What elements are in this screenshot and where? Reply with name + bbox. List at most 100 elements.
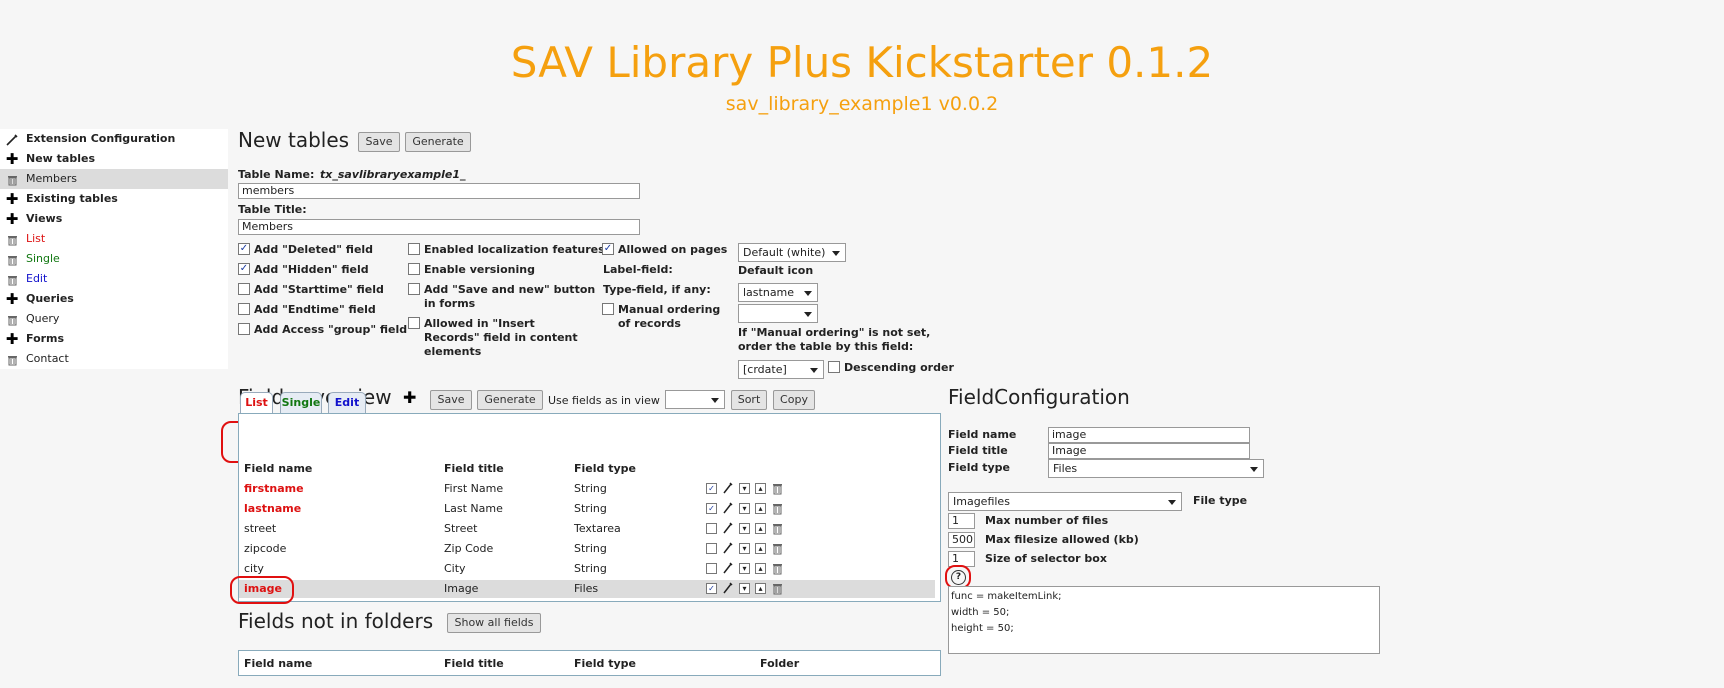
pen-icon[interactable] xyxy=(722,561,734,581)
sidebar-item-label: Single xyxy=(26,252,60,265)
pen-icon[interactable] xyxy=(722,581,734,601)
max-files-input[interactable]: 1 xyxy=(948,513,975,529)
plus-icon[interactable]: ✚ xyxy=(403,390,416,406)
row-checkbox[interactable] xyxy=(706,523,717,534)
move-up-icon[interactable]: ▴ xyxy=(755,543,766,554)
use-fields-select[interactable] xyxy=(665,390,725,409)
tab-edit[interactable]: Edit xyxy=(328,392,366,414)
table-name-input[interactable]: members xyxy=(238,183,640,199)
sidebar-item-new-tables[interactable]: ✚ New tables xyxy=(0,149,228,169)
trash-icon[interactable] xyxy=(771,582,784,601)
sidebar-item-single[interactable]: Single xyxy=(0,249,228,269)
table-row[interactable]: lastname Last Name String ✓ ▾ ▴ xyxy=(239,500,935,518)
table-row[interactable]: firstname First Name String ✓ ▾ ▴ xyxy=(239,480,935,498)
sidebar-item-members[interactable]: Members xyxy=(0,169,228,189)
row-field-title: First Name xyxy=(444,482,504,495)
copy-button[interactable]: Copy xyxy=(773,390,815,410)
default-icon-select[interactable]: Default (white) xyxy=(738,243,846,262)
configuration-textarea[interactable]: func = makeItemLink; width = 50; height … xyxy=(948,586,1380,654)
ordering-select[interactable]: [crdate] xyxy=(738,360,824,379)
sidebar-item-extension-configuration[interactable]: Extension Configuration xyxy=(0,129,228,149)
row-checkbox[interactable]: ✓ xyxy=(706,583,717,594)
field-name-input[interactable]: image xyxy=(1048,427,1250,443)
sidebar-item-edit[interactable]: Edit xyxy=(0,269,228,289)
allowed-on-pages-checkbox[interactable]: ✓ xyxy=(602,243,614,255)
table-row[interactable]: street Street Textarea ▾ ▴ xyxy=(239,520,935,538)
manual-ordering-checkbox[interactable] xyxy=(602,303,614,315)
move-up-icon[interactable]: ▴ xyxy=(755,563,766,574)
field-title-input[interactable]: Image xyxy=(1048,443,1250,459)
sidebar-item-forms[interactable]: ✚ Forms xyxy=(0,329,228,349)
add-starttime-checkbox[interactable] xyxy=(238,283,250,295)
plus-icon: ✚ xyxy=(5,330,19,348)
row-field-name[interactable]: lastname xyxy=(244,500,301,518)
pen-icon[interactable] xyxy=(722,541,734,561)
row-checkbox[interactable] xyxy=(706,543,717,554)
move-up-icon[interactable]: ▴ xyxy=(755,523,766,534)
add-starttime-label: Add "Starttime" field xyxy=(254,283,384,296)
label-field-select[interactable]: lastname xyxy=(738,283,818,302)
save-and-new-checkbox[interactable] xyxy=(408,283,420,295)
sidebar-item-queries[interactable]: ✚ Queries xyxy=(0,289,228,309)
pen-icon[interactable] xyxy=(722,481,734,501)
versioning-checkbox[interactable] xyxy=(408,263,420,275)
table-row[interactable]: zipcode Zip Code String ▾ ▴ xyxy=(239,540,935,558)
plus-icon: ✚ xyxy=(5,290,19,308)
descending-checkbox[interactable] xyxy=(828,361,840,373)
row-field-type: String xyxy=(574,502,607,515)
tab-single[interactable]: Single xyxy=(280,392,322,414)
row-field-name[interactable]: zipcode xyxy=(244,540,286,558)
add-deleted-checkbox[interactable]: ✓ xyxy=(238,243,250,255)
col-folder: Folder xyxy=(760,657,800,670)
table-title-input[interactable]: Members xyxy=(238,219,640,235)
tab-list[interactable]: List xyxy=(240,392,273,414)
show-all-fields-button[interactable]: Show all fields xyxy=(447,613,541,633)
sidebar-item-contact[interactable]: Contact xyxy=(0,349,228,369)
field-configuration-heading: FieldConfiguration xyxy=(948,385,1130,409)
trash-icon[interactable] xyxy=(771,502,784,521)
file-type-select[interactable]: Imagefiles xyxy=(948,492,1182,511)
move-down-icon[interactable]: ▾ xyxy=(739,583,750,594)
field-type-select[interactable]: Files xyxy=(1048,459,1264,478)
sidebar-item-query[interactable]: Query xyxy=(0,309,228,329)
save-button[interactable]: Save xyxy=(358,132,400,152)
sidebar-item-views[interactable]: ✚ Views xyxy=(0,209,228,229)
move-up-icon[interactable]: ▴ xyxy=(755,483,766,494)
trash-icon[interactable] xyxy=(771,522,784,541)
move-down-icon[interactable]: ▾ xyxy=(739,563,750,574)
row-field-name[interactable]: firstname xyxy=(244,480,304,498)
sidebar-item-list[interactable]: List xyxy=(0,229,228,249)
move-up-icon[interactable]: ▴ xyxy=(755,503,766,514)
add-hidden-checkbox[interactable]: ✓ xyxy=(238,263,250,275)
localization-checkbox[interactable] xyxy=(408,243,420,255)
sort-button[interactable]: Sort xyxy=(731,390,767,410)
move-down-icon[interactable]: ▾ xyxy=(739,503,750,514)
table-row[interactable]: city City String ▾ ▴ xyxy=(239,560,935,578)
move-up-icon[interactable]: ▴ xyxy=(755,583,766,594)
fields-save-button[interactable]: Save xyxy=(430,390,472,410)
fields-generate-button[interactable]: Generate xyxy=(477,390,543,410)
sidebar-item-label: List xyxy=(26,232,46,245)
move-down-icon[interactable]: ▾ xyxy=(739,523,750,534)
generate-button[interactable]: Generate xyxy=(405,132,471,152)
row-field-title: Last Name xyxy=(444,502,503,515)
add-endtime-checkbox[interactable] xyxy=(238,303,250,315)
sidebar-item-label: Existing tables xyxy=(26,192,118,205)
move-down-icon[interactable]: ▾ xyxy=(739,543,750,554)
trash-icon[interactable] xyxy=(771,562,784,581)
type-field-select[interactable] xyxy=(738,304,818,323)
pen-icon[interactable] xyxy=(722,521,734,541)
row-field-name[interactable]: street xyxy=(244,520,276,538)
move-down-icon[interactable]: ▾ xyxy=(739,483,750,494)
trash-icon[interactable] xyxy=(771,542,784,561)
max-filesize-input[interactable]: 500 xyxy=(948,532,975,548)
insert-records-checkbox[interactable] xyxy=(408,317,420,329)
add-access-group-checkbox[interactable] xyxy=(238,323,250,335)
row-checkbox[interactable]: ✓ xyxy=(706,503,717,514)
sidebar-item-existing-tables[interactable]: ✚ Existing tables xyxy=(0,189,228,209)
pen-icon[interactable] xyxy=(722,501,734,521)
table-row[interactable]: image Image Files ✓ ▾ ▴ xyxy=(239,580,935,598)
row-checkbox[interactable] xyxy=(706,563,717,574)
trash-icon[interactable] xyxy=(771,482,784,501)
row-checkbox[interactable]: ✓ xyxy=(706,483,717,494)
